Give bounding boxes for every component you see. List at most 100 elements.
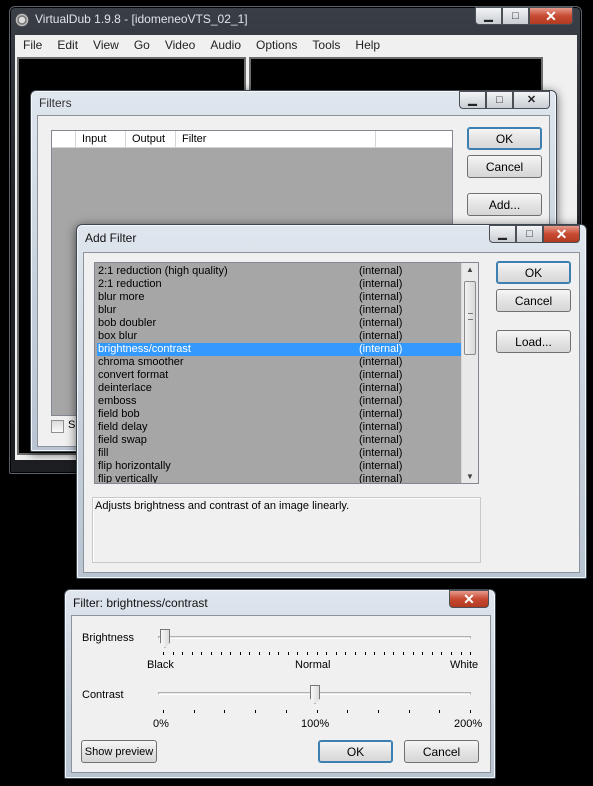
ok-label: OK (346, 744, 365, 759)
filter-list-item[interactable]: box blur (internal) (97, 330, 461, 343)
scroll-up-arrow-icon[interactable]: ▲ (462, 265, 478, 274)
cancel-label: Cancel (422, 744, 461, 759)
scroll-thumb[interactable] (464, 281, 476, 355)
menu-video[interactable]: Video (157, 38, 202, 52)
filter-list-item[interactable]: 2:1 reduction (high quality) (internal) (97, 265, 461, 278)
add-filter-maximize-button[interactable]: □ (516, 225, 543, 243)
filter-list-scrollbar[interactable]: ▲ ▼ (461, 263, 478, 483)
close-icon: ✕ (555, 226, 568, 242)
brightness-tick-mark (297, 652, 299, 655)
menu-options[interactable]: Options (248, 38, 304, 52)
filter-type: (internal) (359, 304, 403, 316)
contrast-tick-mark (193, 710, 195, 713)
filter-list-item[interactable]: fill (internal) (97, 447, 461, 460)
contrast-tick-mark (408, 710, 410, 713)
minimize-button[interactable]: ▁ (475, 7, 502, 25)
brightness-tick-mark (172, 652, 174, 655)
filter-description: Adjusts brightness and contrast of an im… (95, 500, 350, 512)
filter-list-item[interactable]: flip vertically (internal) (97, 473, 461, 484)
contrast-tick-mark (163, 710, 164, 713)
maximize-icon: □ (512, 9, 519, 22)
show-preview-button[interactable]: Show preview (81, 740, 157, 763)
cancel-label: Cancel (485, 159, 524, 174)
close-icon: ✕ (463, 591, 475, 607)
add-filter-ok-button[interactable]: OK (496, 261, 571, 284)
filters-add-button[interactable]: Add... (467, 193, 542, 216)
add-filter-cancel-button[interactable]: Cancel (496, 289, 571, 312)
menu-view[interactable]: View (85, 38, 126, 52)
filters-cancel-button[interactable]: Cancel (467, 155, 542, 178)
close-icon: ✕ (545, 8, 557, 24)
brightness-tick-mark (403, 652, 404, 655)
filter-list-item[interactable]: field swap (internal) (97, 434, 461, 447)
menu-audio[interactable]: Audio (202, 38, 248, 52)
filter-list-item[interactable]: emboss (internal) (97, 395, 461, 408)
filter-list-item[interactable]: blur more (internal) (97, 291, 461, 304)
filter-name: field bob (98, 408, 140, 420)
filter-list-item[interactable]: bob doubler (internal) (97, 317, 461, 330)
brightness-tick-white: White (450, 659, 479, 671)
filters-close-button[interactable]: ✕ (513, 91, 550, 109)
brightness-tick-mark (460, 652, 462, 655)
maximize-icon: □ (526, 227, 533, 240)
contrast-tick-mark (470, 710, 471, 713)
brightness-tick-mark (201, 652, 203, 655)
main-window-title: VirtualDub 1.9.8 - [idomeneoVTS_02_1] (35, 12, 248, 26)
contrast-tick-mark (224, 710, 226, 713)
brightness-tick-mark (278, 652, 280, 655)
filter-list-item[interactable]: field delay (internal) (97, 421, 461, 434)
brightness-tick-normal: Normal (295, 659, 331, 671)
filter-list-item[interactable]: chroma smoother (internal) (97, 356, 461, 369)
filter-type: (internal) (359, 265, 403, 277)
filters-ok-button[interactable]: OK (467, 127, 542, 150)
filter-name: fill (98, 447, 109, 459)
header-divider (125, 131, 126, 148)
header-divider (175, 131, 176, 148)
add-filter-close-button[interactable]: ✕ (543, 225, 580, 243)
filter-name: flip horizontally (98, 460, 171, 472)
menu-tools[interactable]: Tools (304, 38, 347, 52)
menu-edit[interactable]: Edit (49, 38, 85, 52)
filter-name: 2:1 reduction (98, 278, 162, 290)
maximize-button[interactable]: □ (502, 7, 529, 25)
filters-minimize-button[interactable]: ▁ (459, 91, 486, 109)
filter-list-item[interactable]: flip horizontally (internal) (97, 460, 461, 473)
bc-cancel-button[interactable]: Cancel (404, 740, 479, 763)
menu-go[interactable]: Go (126, 38, 157, 52)
filter-list-item[interactable]: brightness/contrast (internal) (97, 343, 461, 356)
filter-list-item[interactable]: convert format (internal) (97, 369, 461, 382)
menu-file[interactable]: File (15, 38, 49, 52)
header-output[interactable]: Output (132, 133, 165, 145)
add-filter-minimize-button[interactable]: ▁ (489, 225, 516, 243)
filter-list-item[interactable]: field bob (internal) (97, 408, 461, 421)
filter-type: (internal) (359, 421, 403, 433)
bc-close-button[interactable]: ✕ (449, 590, 489, 608)
add-filter-title: Add Filter (85, 231, 137, 245)
filter-list-item[interactable]: blur (internal) (97, 304, 461, 317)
contrast-tick-mark (347, 710, 349, 713)
show-image-checkbox[interactable] (51, 420, 64, 433)
filter-name: brightness/contrast (98, 343, 191, 355)
bc-ok-button[interactable]: OK (318, 740, 393, 763)
brightness-tick-mark (316, 652, 318, 655)
filter-name: flip vertically (98, 473, 158, 484)
filter-name: 2:1 reduction (high quality) (98, 265, 228, 277)
filter-type: (internal) (359, 382, 403, 394)
header-blank (52, 131, 76, 148)
close-button[interactable]: ✕ (529, 7, 573, 25)
brightness-tick-mark (335, 652, 337, 655)
filter-list-item[interactable]: 2:1 reduction (internal) (97, 278, 461, 291)
header-input[interactable]: Input (82, 133, 130, 145)
filter-list-item[interactable]: deinterlace (internal) (97, 382, 461, 395)
filter-list[interactable]: flip vertically (internal) flip horizontal… (94, 262, 479, 484)
filters-maximize-button[interactable]: □ (486, 91, 513, 109)
brightness-tick-mark (230, 652, 232, 655)
cancel-label: Cancel (514, 293, 553, 308)
filter-type: (internal) (359, 460, 403, 472)
menu-help[interactable]: Help (347, 38, 387, 52)
scroll-down-arrow-icon[interactable]: ▼ (462, 472, 478, 481)
header-filter[interactable]: Filter (182, 133, 206, 145)
ok-label: OK (524, 265, 543, 280)
add-filter-load-button[interactable]: Load... (496, 330, 571, 353)
brightness-tick-mark (307, 652, 308, 655)
